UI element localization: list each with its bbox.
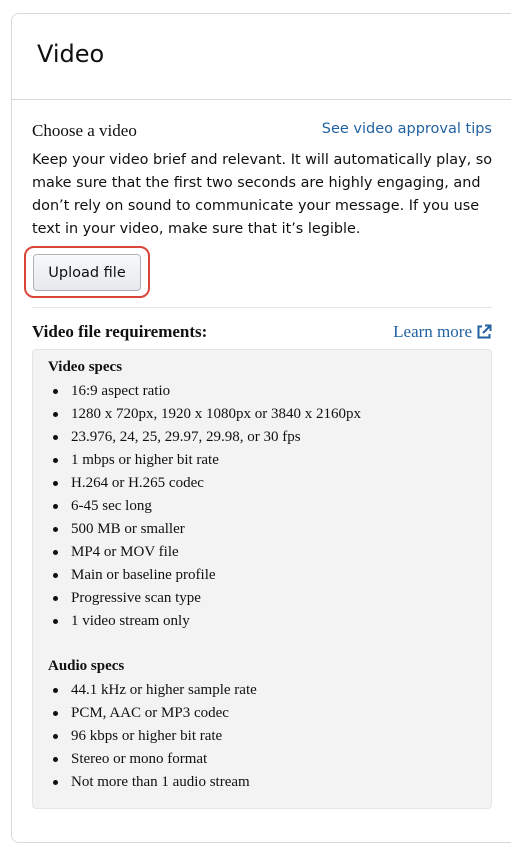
- video-spec-item: 16:9 aspect ratio: [48, 380, 361, 403]
- section-divider: [32, 307, 492, 308]
- video-specs-heading: Video specs: [48, 359, 123, 375]
- video-description: Keep your video brief and relevant. It w…: [32, 152, 493, 237]
- audio-spec-item: PCM, AAC or MP3 codec: [48, 702, 257, 725]
- card-header: Video: [12, 14, 511, 100]
- audio-specs-heading: Audio specs: [48, 658, 125, 674]
- card-title: Video: [37, 40, 105, 68]
- choose-video-label: Choose a video: [32, 121, 137, 140]
- audio-spec-item: 96 kbps or higher bit rate: [48, 725, 257, 748]
- learn-more-label: Learn more: [393, 322, 472, 341]
- video-specs-list: 16:9 aspect ratio 1280 x 720px, 1920 x 10…: [48, 380, 361, 633]
- video-spec-item: 1 video stream only: [48, 610, 361, 633]
- upload-file-button[interactable]: Upload file: [33, 254, 141, 291]
- audio-spec-item: Not more than 1 audio stream: [48, 771, 257, 794]
- video-spec-item: 6-45 sec long: [48, 495, 361, 518]
- learn-more-link[interactable]: Learn more: [393, 322, 492, 342]
- video-spec-item: 500 MB or smaller: [48, 518, 361, 541]
- requirements-title: Video file requirements:: [32, 322, 208, 341]
- specs-box: Video specs 16:9 aspect ratio 1280 x 720p…: [32, 349, 492, 809]
- video-spec-item: Main or baseline profile: [48, 564, 361, 587]
- video-spec-item: MP4 or MOV file: [48, 541, 361, 564]
- video-spec-item: H.264 or H.265 codec: [48, 472, 361, 495]
- audio-specs-list: 44.1 kHz or higher sample rate PCM, AAC o…: [48, 679, 257, 794]
- video-spec-item: 23.976, 24, 25, 29.97, 29.98, or 30 fps: [48, 426, 361, 449]
- video-spec-item: 1 mbps or higher bit rate: [48, 449, 361, 472]
- video-spec-item: 1280 x 720px, 1920 x 1080px or 3840 x 21…: [48, 403, 361, 426]
- audio-spec-item: 44.1 kHz or higher sample rate: [48, 679, 257, 702]
- external-link-icon: [477, 324, 492, 339]
- video-approval-tips-link[interactable]: See video approval tips: [322, 121, 492, 137]
- video-spec-item: Progressive scan type: [48, 587, 361, 610]
- audio-spec-item: Stereo or mono format: [48, 748, 257, 771]
